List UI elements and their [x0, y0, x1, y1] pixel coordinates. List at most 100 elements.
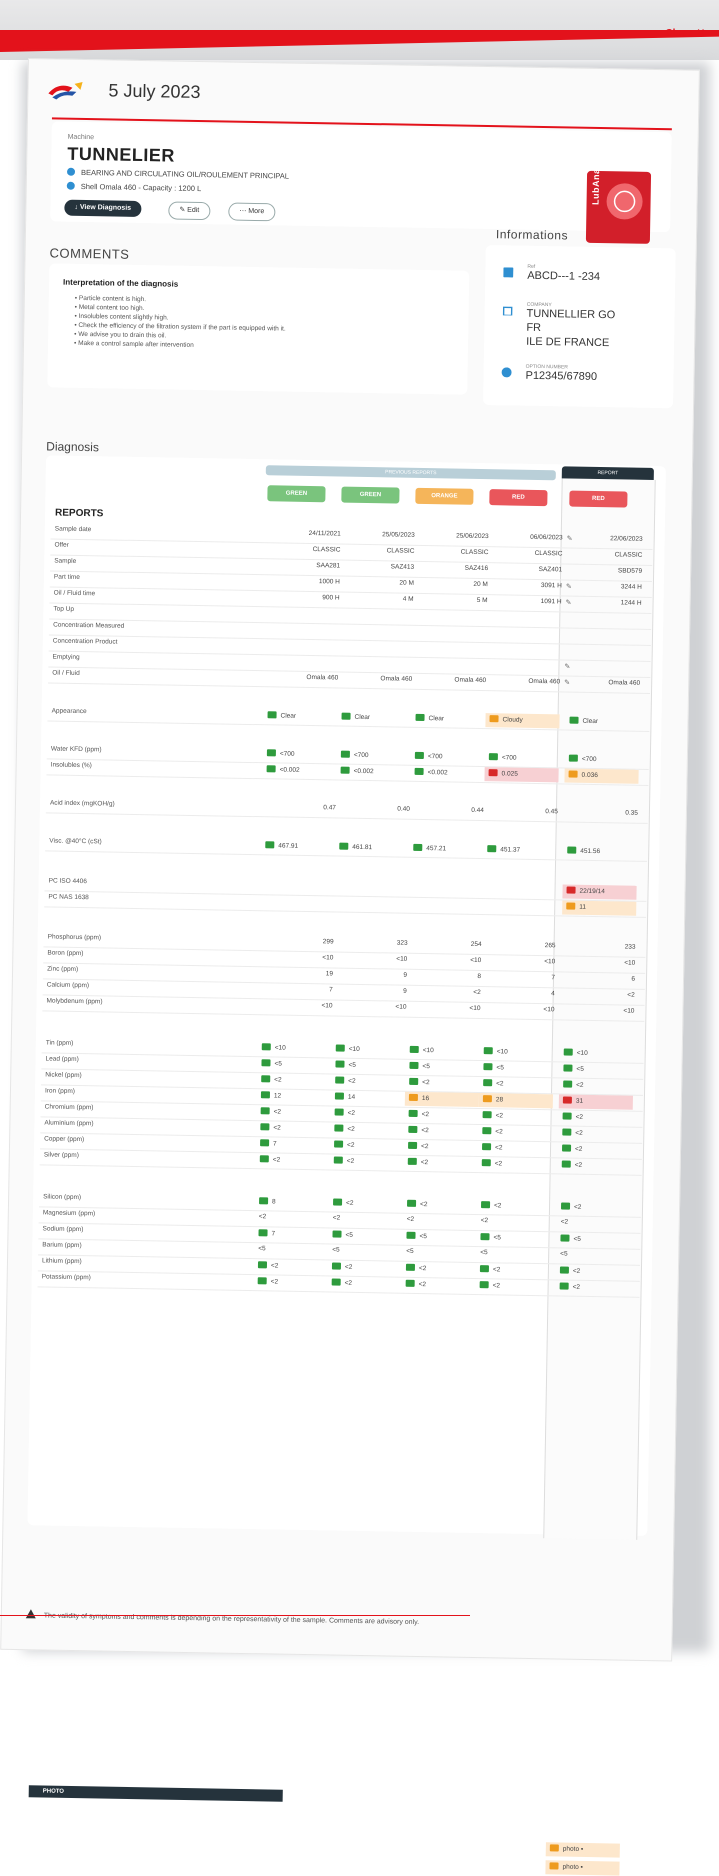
contaminant-row-cell: <2: [559, 1282, 630, 1291]
document-icon: [503, 267, 514, 278]
report-row-cell: [343, 643, 413, 644]
additive-row-label: Molybdenum (ppm): [46, 997, 103, 1006]
drop-icon: [66, 181, 75, 190]
acid-cell: 0.47: [323, 804, 337, 812]
comments-heading: Interpretation of the diagnosis: [63, 277, 179, 289]
report-row-cell: [491, 629, 561, 630]
status-square-icon: [481, 1159, 491, 1167]
contaminant-row-cell: <2: [479, 1281, 550, 1290]
status-square-icon: [479, 1281, 489, 1289]
wear-row-cell: <2: [408, 1125, 478, 1135]
status-square-icon: [333, 1156, 343, 1164]
water-cell: <700: [340, 750, 411, 760]
report-row-label: Oil / Fluid: [52, 669, 80, 677]
viscosity-cell: 461.81: [339, 842, 409, 852]
report-row-cell: 1000 H: [318, 578, 340, 586]
wear-row-cell: <2: [408, 1109, 479, 1119]
cell-value: <2: [418, 1281, 427, 1289]
report-row-cell: [491, 661, 561, 662]
additive-row-cell: 9: [403, 971, 408, 979]
edit-pencil-icon[interactable]: ✎: [564, 662, 570, 670]
additive-row-cell: <10: [543, 1006, 555, 1014]
edit-pencil-icon[interactable]: ✎: [564, 678, 570, 686]
cell-value: Clear: [582, 717, 599, 726]
wear-row-cell: <2: [333, 1156, 404, 1166]
photo-link[interactable]: photo ▪: [549, 1862, 619, 1871]
cell-value: <2: [332, 1214, 341, 1222]
report-row-cell: Omala 460: [454, 676, 487, 685]
bottom-red-line: [0, 1615, 470, 1616]
cell-value: 14: [347, 1093, 356, 1101]
status-square-icon: [569, 716, 579, 724]
status-chip: RED: [569, 490, 628, 508]
cell-value: <2: [493, 1202, 502, 1210]
cell-value: <10: [348, 1045, 360, 1053]
status-square-icon: [257, 1277, 267, 1285]
status-square-icon: [482, 1143, 492, 1151]
cell-value: <2: [270, 1278, 279, 1286]
contaminant-row-cell: <2: [333, 1198, 403, 1207]
edit-pencil-icon[interactable]: ✎: [566, 598, 572, 606]
photo-link[interactable]: photo ▪: [549, 1844, 620, 1853]
status-square-icon: [266, 765, 276, 773]
warning-icon: [25, 1609, 36, 1619]
company-region: ILE DE FRANCE: [526, 335, 610, 350]
cell-value: <700: [501, 754, 517, 762]
report-row-cell: 20 M: [473, 580, 488, 589]
cell-value: <5: [422, 1063, 430, 1071]
close-icon[interactable]: ✕: [697, 28, 705, 39]
contaminant-row-label: Silicon (ppm): [43, 1193, 82, 1202]
oil-text: Shell Omala 460 - Capacity : 1200 L: [80, 181, 202, 194]
status-square-icon: [331, 1278, 341, 1286]
wear-row-cell: <10: [261, 1043, 332, 1052]
cell-value: <2: [419, 1201, 428, 1209]
view-diagnosis-button[interactable]: ↓ View Diagnosis: [64, 199, 142, 217]
report-row-cell: [269, 625, 339, 626]
contaminant-row-cell: <2: [560, 1202, 631, 1211]
cell-value: <5: [493, 1234, 501, 1242]
cell-value: <5: [348, 1061, 356, 1069]
additive-row-cell: 265: [544, 942, 556, 950]
cell-value: <2: [347, 1141, 355, 1149]
status-square-icon: [559, 1282, 569, 1290]
contaminant-row-cell: <2: [333, 1214, 403, 1222]
wear-row-cell: <10: [409, 1045, 480, 1055]
cell-value: <2: [495, 1112, 504, 1120]
edit-button[interactable]: ✎ Edit: [168, 201, 211, 221]
additive-row-cell: 299: [322, 938, 334, 946]
wear-row-label: Aluminium (ppm): [44, 1119, 94, 1128]
contaminant-row-cell: <2: [405, 1263, 476, 1273]
status-square-icon: [414, 751, 424, 760]
cell-value: 461.81: [352, 843, 373, 852]
cell-value: <5: [480, 1249, 488, 1257]
status-square-icon: [331, 1262, 342, 1270]
status-square-icon: [334, 1092, 344, 1100]
edit-pencil-icon[interactable]: ✎: [567, 534, 573, 542]
report-row-cell: [269, 641, 339, 642]
cell-value: <2: [420, 1159, 429, 1167]
contaminant-row-label: Lithium (ppm): [41, 1257, 82, 1266]
pc-nas-cell: 11: [566, 902, 636, 912]
more-button[interactable]: ⋯ More: [228, 202, 276, 222]
contaminant-row-cell: <5: [406, 1248, 476, 1256]
additive-row-cell: 323: [396, 939, 408, 947]
cell-value: 31: [575, 1097, 584, 1105]
status-square-icon: [567, 846, 577, 854]
status-square-icon: [408, 1109, 418, 1117]
wear-row-label: Nickel (ppm): [45, 1071, 82, 1080]
report-row-label: Sample: [54, 557, 77, 565]
cell-value: <2: [492, 1266, 501, 1274]
edit-pencil-icon[interactable]: ✎: [566, 582, 572, 590]
cell-value: <2: [347, 1109, 356, 1117]
cell-value: <2: [480, 1217, 489, 1225]
status-square-icon: [563, 1080, 573, 1088]
report-header: 5 July 2023: [46, 71, 201, 111]
component-text: BEARING AND CIRCULATING OIL/ROULEMENT PR…: [80, 167, 290, 181]
report-row-label: Emptying: [52, 653, 80, 661]
close-button[interactable]: Close ✕: [661, 28, 705, 39]
viscosity-cell: 457.21: [413, 843, 483, 853]
report-row-cell: 1244 H: [620, 599, 642, 607]
report-row-cell: [417, 660, 487, 661]
additive-row-cell: 8: [477, 972, 482, 981]
status-square-icon: [561, 1160, 571, 1168]
